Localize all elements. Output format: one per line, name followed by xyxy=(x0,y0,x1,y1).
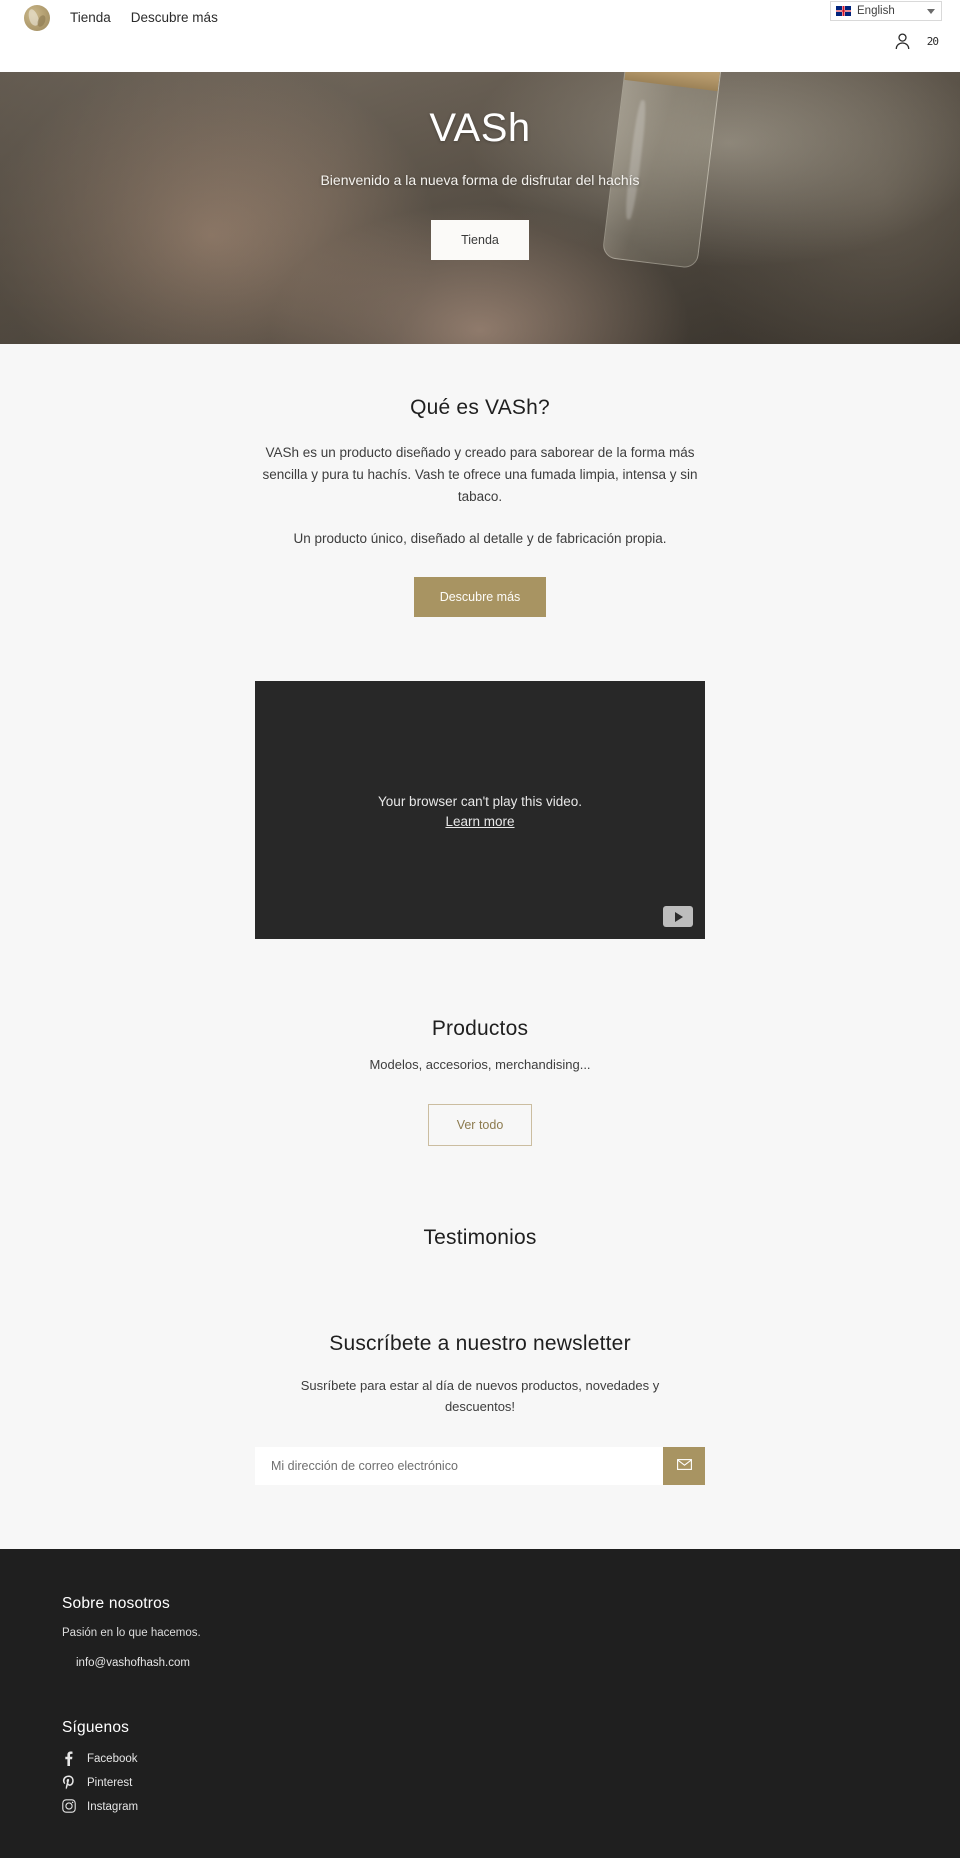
hero-title: VASh xyxy=(429,106,531,150)
site-header: Tienda Descubre más English 20 xyxy=(0,0,960,72)
social-link-instagram[interactable]: Instagram xyxy=(62,1797,960,1818)
uk-flag-icon xyxy=(836,6,851,16)
footer-email-link[interactable]: info@vashofhash.com xyxy=(76,1657,960,1669)
newsletter-subtitle: Susríbete para estar al día de nuevos pr… xyxy=(300,1378,660,1414)
footer-about-heading: Sobre nosotros xyxy=(62,1594,170,1612)
about-paragraph-1: VASh es un producto diseñado y creado pa… xyxy=(262,445,698,504)
footer-about-block: Sobre nosotros Pasión en lo que hacemos.… xyxy=(62,1595,960,1669)
footer-social-block: Síguenos Facebook Pinterest Instagram xyxy=(62,1719,960,1818)
nav-item-tienda[interactable]: Tienda xyxy=(70,0,111,36)
hero-banner: VASh Bienvenido a la nueva forma de disf… xyxy=(0,72,960,344)
nav-item-descubre-mas[interactable]: Descubre más xyxy=(131,0,218,36)
cart-count-badge[interactable]: 20 xyxy=(927,35,939,48)
header-nav: Tienda Descubre más xyxy=(0,0,218,36)
testimonials-section: Testimonios xyxy=(0,1146,960,1250)
page-root: Tienda Descubre más English 20 VASh Bien… xyxy=(0,0,960,1858)
chevron-down-icon xyxy=(927,8,935,14)
newsletter-form xyxy=(255,1446,705,1485)
video-section: Your browser can't play this video. Lear… xyxy=(0,617,960,940)
main-content: Qué es VASh? VASh es un producto diseñad… xyxy=(0,344,960,1549)
play-icon[interactable] xyxy=(663,906,693,928)
newsletter-email-input[interactable] xyxy=(255,1446,663,1485)
about-descubre-mas-button[interactable]: Descubre más xyxy=(413,577,547,618)
about-paragraph-2: Un producto único, diseñado al detalle y… xyxy=(293,530,667,546)
products-ver-todo-button[interactable]: Ver todo xyxy=(427,1104,533,1147)
social-label-pinterest: Pinterest xyxy=(87,1777,133,1790)
site-footer: Sobre nosotros Pasión en lo que hacemos.… xyxy=(0,1548,960,1858)
instagram-icon xyxy=(62,1799,76,1815)
facebook-icon xyxy=(62,1751,75,1768)
pinterest-icon xyxy=(62,1775,75,1792)
social-link-pinterest[interactable]: Pinterest xyxy=(62,1773,960,1794)
video-error-message: Your browser can't play this video. xyxy=(378,794,582,810)
language-selected-label: English xyxy=(857,5,895,17)
header-icons: 20 xyxy=(895,33,942,50)
footer-about-tagline: Pasión en lo que hacemos. xyxy=(62,1626,201,1639)
products-subtitle: Modelos, accesorios, merchandising... xyxy=(369,1057,591,1073)
newsletter-submit-button[interactable] xyxy=(663,1446,705,1485)
newsletter-heading: Suscríbete a nuestro newsletter xyxy=(329,1332,631,1356)
play-triangle xyxy=(675,911,683,922)
video-player[interactable]: Your browser can't play this video. Lear… xyxy=(255,681,705,940)
hero-content: VASh Bienvenido a la nueva forma de disf… xyxy=(0,72,960,260)
user-icon[interactable] xyxy=(895,33,910,50)
products-heading: Productos xyxy=(431,1017,529,1041)
header-utilities: English 20 xyxy=(830,0,942,50)
social-link-facebook[interactable]: Facebook xyxy=(62,1749,960,1770)
social-label-facebook: Facebook xyxy=(87,1753,138,1766)
testimonials-heading: Testimonios xyxy=(423,1226,537,1250)
footer-social-heading: Síguenos xyxy=(62,1718,130,1736)
hero-subtitle: Bienvenido a la nueva forma de disfrutar… xyxy=(320,172,640,188)
about-heading: Qué es VASh? xyxy=(410,396,550,419)
social-label-instagram: Instagram xyxy=(87,1801,139,1814)
site-logo-icon[interactable] xyxy=(24,5,50,31)
footer-social-list: Facebook Pinterest Instagram xyxy=(62,1749,960,1818)
newsletter-section: Suscríbete a nuestro newsletter Susríbet… xyxy=(0,1250,960,1548)
video-learn-more-link[interactable]: Learn more xyxy=(445,814,514,829)
envelope-icon xyxy=(676,1458,692,1473)
language-selector[interactable]: English xyxy=(830,1,942,21)
about-section: Qué es VASh? VASh es un producto diseñad… xyxy=(0,344,960,618)
products-section: Productos Modelos, accesorios, merchandi… xyxy=(0,939,960,1147)
hero-tienda-button[interactable]: Tienda xyxy=(431,220,529,260)
